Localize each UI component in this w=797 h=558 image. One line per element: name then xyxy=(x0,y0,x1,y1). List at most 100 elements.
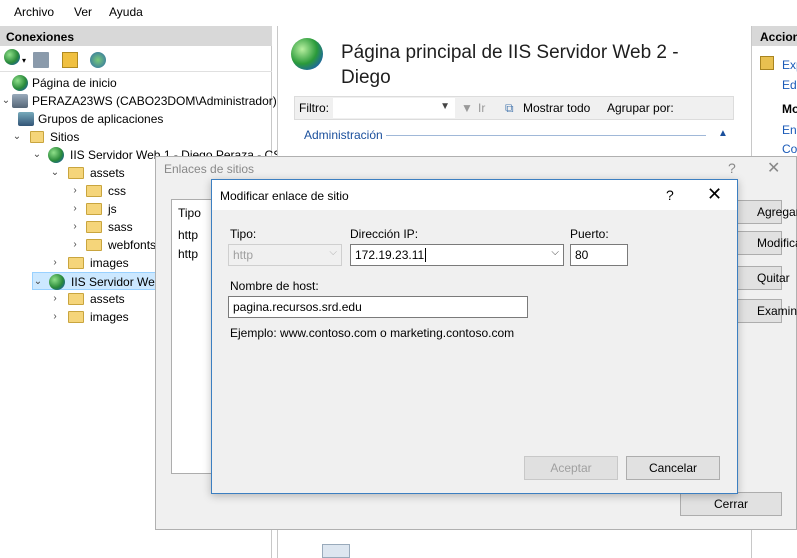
close-button[interactable]: Cerrar xyxy=(680,492,782,516)
tree-label: images xyxy=(90,310,129,324)
accept-button[interactable]: Aceptar xyxy=(524,456,618,480)
chevron-down-icon[interactable]: ⌵ xyxy=(551,247,559,258)
chevron-right-icon[interactable]: › xyxy=(70,236,80,254)
column-header-type[interactable]: Tipo xyxy=(178,206,201,220)
list-item[interactable]: http xyxy=(178,228,198,242)
menu-bar: Archivo Ver Ayuda xyxy=(0,0,797,24)
button-label: Modificar... xyxy=(757,236,797,250)
dialog-title: Modificar enlace de sitio xyxy=(220,189,349,203)
site-globe-icon xyxy=(48,147,64,163)
button-label: Quitar xyxy=(757,271,790,285)
tree-label: Página de inicio xyxy=(32,76,117,90)
action-config[interactable]: Co xyxy=(782,142,797,156)
help-icon[interactable]: ? xyxy=(728,160,736,176)
feature-icon xyxy=(322,544,350,558)
hostname-value: pagina.recursos.srd.edu xyxy=(233,300,362,314)
cancel-button[interactable]: Cancelar xyxy=(626,456,720,480)
menu-ver[interactable]: Ver xyxy=(74,5,92,19)
folder-icon xyxy=(86,221,102,233)
explore-icon xyxy=(760,56,774,70)
collapse-chevron-icon[interactable]: ▲ xyxy=(718,128,728,139)
filter-label: Filtro: xyxy=(299,101,329,115)
group-divider xyxy=(386,135,706,136)
filter-input[interactable]: ▼ xyxy=(333,98,455,118)
page-title: Página principal de IIS Servidor Web 2 -… xyxy=(341,42,679,88)
go-button[interactable]: Ir xyxy=(478,101,485,115)
close-icon[interactable]: ✕ xyxy=(707,184,722,205)
menu-ayuda[interactable]: Ayuda xyxy=(109,5,143,19)
chevron-down-icon: ⌵ xyxy=(329,247,337,258)
dialog-titlebar: Modificar enlace de sitio ? ✕ xyxy=(212,180,737,210)
tree-label: css xyxy=(108,184,126,198)
action-explore[interactable]: Exp xyxy=(782,58,797,72)
action-manage: Mo xyxy=(782,102,797,116)
hostname-field[interactable]: pagina.recursos.srd.edu xyxy=(228,296,528,318)
site-globe-icon xyxy=(291,38,323,70)
tree-label: Grupos de aplicaciones xyxy=(38,112,164,126)
port-field[interactable]: 80 xyxy=(570,244,628,266)
type-select-value: http xyxy=(233,248,254,262)
server-icon xyxy=(12,94,28,108)
folder-icon xyxy=(68,257,84,269)
ip-label: Dirección IP: xyxy=(350,227,419,241)
home-icon xyxy=(12,75,28,91)
connections-header: Conexiones xyxy=(0,26,272,46)
connect-globe-icon[interactable] xyxy=(4,49,20,65)
chevron-right-icon[interactable]: › xyxy=(70,182,80,200)
tree-label: assets xyxy=(90,166,125,180)
group-header-label: Administración xyxy=(304,128,383,142)
close-icon[interactable]: ✕ xyxy=(767,158,780,178)
folder-icon xyxy=(68,293,84,305)
chevron-right-icon[interactable]: › xyxy=(50,290,60,308)
chevron-down-icon[interactable]: ⌄ xyxy=(50,164,60,182)
filter-bar: Filtro: ▼ ▼ Ir ⧉ Mostrar todo Agrupar po… xyxy=(294,96,734,120)
sites-icon xyxy=(30,131,44,143)
chevron-right-icon[interactable]: › xyxy=(70,218,80,236)
group-header[interactable]: Administración ▲ xyxy=(292,126,732,144)
folder-icon xyxy=(86,185,102,197)
edit-binding-dialog: Modificar enlace de sitio ? ✕ Tipo: http… xyxy=(211,179,738,494)
chevron-down-icon[interactable]: ⌄ xyxy=(12,128,22,146)
chevron-right-icon[interactable]: › xyxy=(50,254,60,272)
group-by-label[interactable]: Agrupar por: xyxy=(607,101,674,115)
hostname-label: Nombre de host: xyxy=(230,279,319,293)
list-item[interactable]: http xyxy=(178,247,198,261)
chevron-down-icon[interactable]: ⌄ xyxy=(1,92,11,110)
example-text: Ejemplo: www.contoso.com o marketing.con… xyxy=(230,326,515,340)
save-icon[interactable] xyxy=(33,52,49,68)
ip-address-select[interactable]: 172.19.23.11 ⌵ xyxy=(350,244,564,266)
chevron-down-icon[interactable]: ⌄ xyxy=(32,146,42,164)
button-label: Examinar xyxy=(757,304,797,318)
action-edit[interactable]: Edi xyxy=(782,78,797,92)
tree-label: images xyxy=(90,256,129,270)
type-label: Tipo: xyxy=(230,227,257,241)
funnel-icon[interactable]: ▼ xyxy=(461,101,473,115)
chevron-right-icon[interactable]: › xyxy=(70,200,80,218)
tree-label: js xyxy=(108,202,117,216)
button-label: Agregar... xyxy=(757,205,797,219)
actions-header: Acciones xyxy=(752,26,797,46)
show-all-button[interactable]: Mostrar todo xyxy=(523,101,590,115)
chevron-down-icon[interactable]: ⌄ xyxy=(33,273,43,291)
tree-label: PERAZA23WS (CABO23DOM\Administrador) xyxy=(32,94,277,108)
disconnect-icon[interactable] xyxy=(90,52,106,68)
chevron-right-icon[interactable]: › xyxy=(50,308,60,326)
tree-label: webfonts xyxy=(108,238,157,252)
tree-label: assets xyxy=(90,292,125,306)
show-all-icon: ⧉ xyxy=(505,101,514,115)
help-icon[interactable]: ? xyxy=(666,187,674,203)
tree-item-site-2[interactable]: ⌄ IIS Servidor Web 2 - Diego xyxy=(32,272,214,291)
action-bindings[interactable]: Enl xyxy=(782,123,797,137)
folder-icon xyxy=(68,167,84,179)
folder-icon xyxy=(86,239,102,251)
folder-icon xyxy=(68,311,84,323)
ip-address-value: 172.19.23.11 xyxy=(355,248,425,262)
up-folder-icon[interactable] xyxy=(62,52,78,68)
type-select: http ⌵ xyxy=(228,244,342,266)
dialog-title: Enlaces de sitios xyxy=(164,162,255,176)
folder-icon xyxy=(86,203,102,215)
menu-archivo[interactable]: Archivo xyxy=(14,5,54,19)
tree-label: Sitios xyxy=(50,130,80,144)
site-globe-icon xyxy=(49,274,65,290)
port-label: Puerto: xyxy=(570,227,609,241)
